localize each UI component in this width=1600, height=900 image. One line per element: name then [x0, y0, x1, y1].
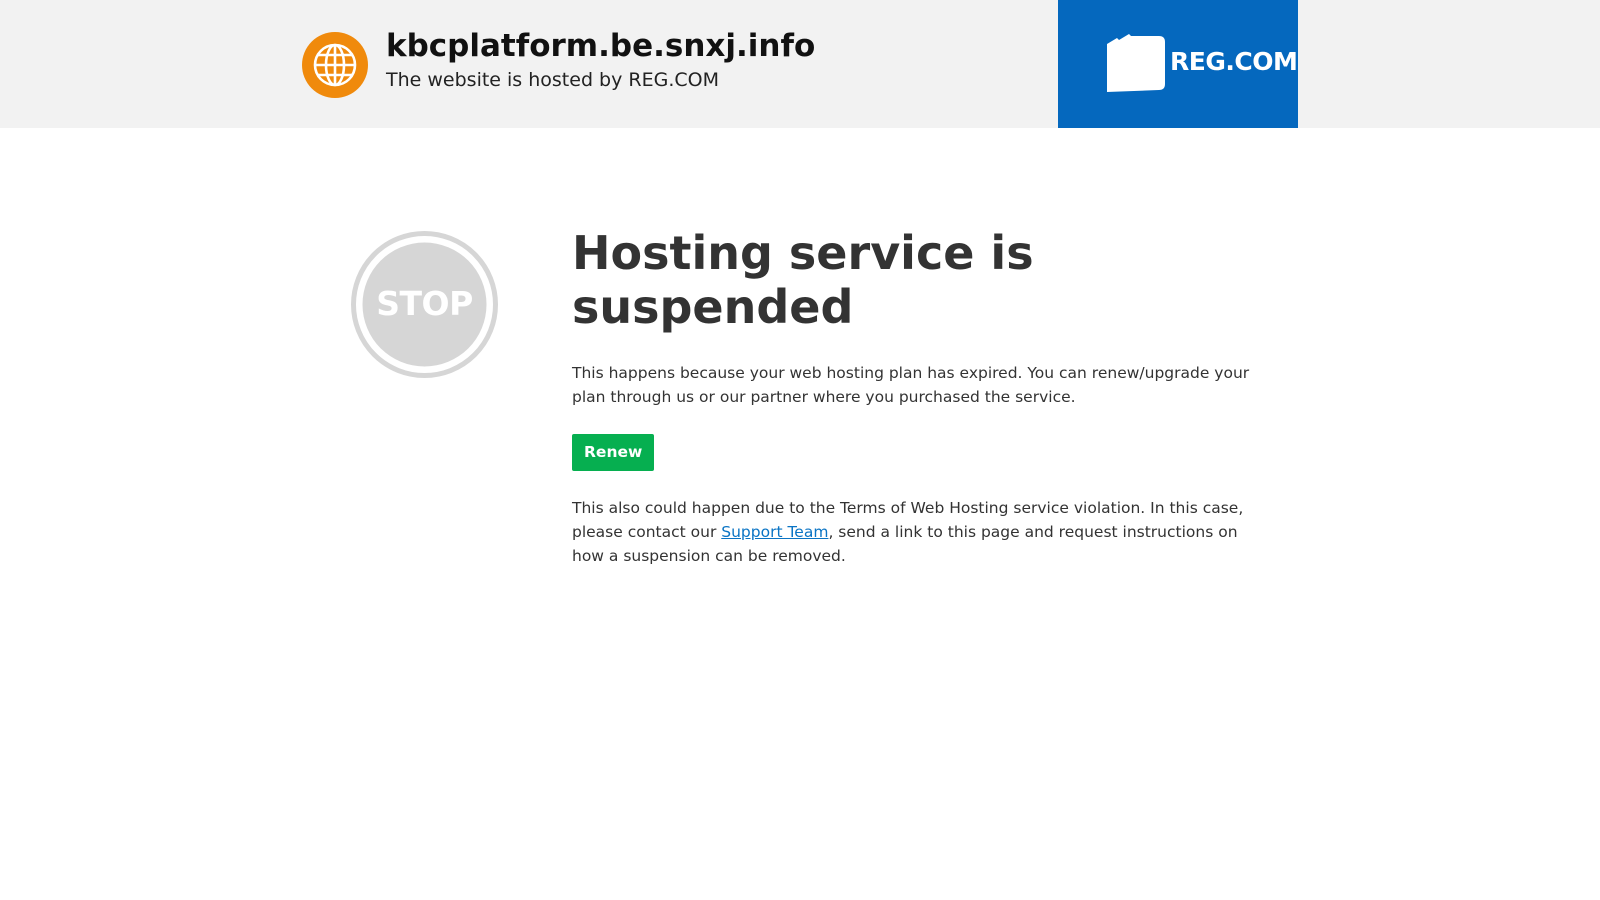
reg-com-logo-text: REG.COM [1170, 47, 1298, 76]
suspension-notice: Hosting service is suspended This happen… [572, 226, 1252, 568]
reg-com-logo-link[interactable]: REG.COM [1058, 0, 1298, 128]
stop-sign-label: STOP [376, 284, 473, 323]
support-team-link[interactable]: Support Team [721, 523, 828, 541]
renew-button[interactable]: Renew [572, 434, 655, 471]
reg-logo-icon [1107, 34, 1165, 92]
hosted-by-text: The website is hosted by REG.COM [386, 69, 719, 91]
expired-explanation: This happens because your web hosting pl… [572, 364, 1250, 406]
page-header: kbcplatform.be.snxj.info The website is … [0, 0, 1600, 128]
violation-explanation: This also could happen due to the Terms … [572, 496, 1252, 568]
globe-icon [302, 32, 368, 98]
page-title: Hosting service is suspended [572, 226, 1034, 334]
site-domain: kbcplatform.be.snxj.info [386, 28, 816, 64]
